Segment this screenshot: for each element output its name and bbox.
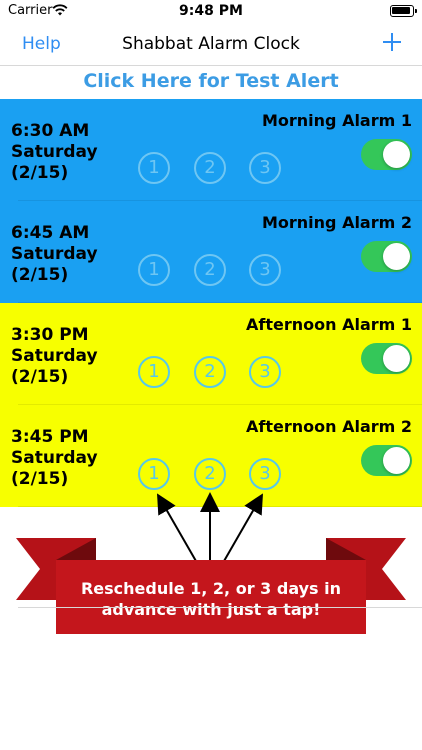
reschedule-2-days-button[interactable]: 2 — [194, 356, 226, 388]
alarm-time-block: 6:30 AM Saturday (2/15) — [11, 121, 98, 184]
alarm-enable-toggle[interactable] — [361, 139, 412, 170]
alarm-day: Saturday — [11, 244, 98, 264]
bottom-separator — [18, 607, 422, 608]
alarm-day: Saturday — [11, 448, 98, 468]
alarm-date: (2/15) — [11, 163, 69, 183]
alarm-time: 3:30 PM — [11, 325, 89, 345]
status-bar: Carrier 9:48 PM — [0, 0, 422, 24]
alarm-name: Morning Alarm 1 — [261, 111, 412, 130]
promo-text: Reschedule 1, 2, or 3 days in advance wi… — [56, 578, 366, 620]
alarm-day: Saturday — [11, 142, 98, 162]
reschedule-3-days-button[interactable]: 3 — [249, 356, 281, 388]
toggle-knob — [383, 243, 410, 270]
reschedule-3-days-button[interactable]: 3 — [249, 152, 281, 184]
alarm-enable-toggle[interactable] — [361, 343, 412, 374]
battery-icon — [390, 5, 417, 17]
reschedule-2-days-button[interactable]: 2 — [194, 152, 226, 184]
reschedule-1-day-button[interactable]: 1 — [138, 254, 170, 286]
alarm-date: (2/15) — [11, 265, 69, 285]
alarm-time: 6:45 AM — [11, 223, 90, 243]
alarm-time-block: 3:30 PM Saturday (2/15) — [11, 325, 98, 388]
alarm-time: 3:45 PM — [11, 427, 89, 447]
status-time: 9:48 PM — [179, 3, 243, 19]
reschedule-1-day-button[interactable]: 1 — [138, 356, 170, 388]
toggle-knob — [383, 141, 410, 168]
alarm-day: Saturday — [11, 346, 98, 366]
alarm-name: Afternoon Alarm 1 — [246, 315, 412, 334]
alarm-row[interactable]: 3:30 PM Saturday (2/15) Afternoon Alarm … — [0, 303, 422, 405]
reschedule-3-days-button[interactable]: 3 — [249, 254, 281, 286]
test-alert-button[interactable]: Click Here for Test Alert — [0, 66, 422, 99]
toggle-knob — [383, 447, 410, 474]
alarm-time-block: 6:45 AM Saturday (2/15) — [11, 223, 98, 286]
reschedule-2-days-button[interactable]: 2 — [194, 254, 226, 286]
reschedule-1-day-button[interactable]: 1 — [138, 152, 170, 184]
alarm-name: Afternoon Alarm 2 — [246, 417, 412, 436]
alarm-row[interactable]: 6:30 AM Saturday (2/15) Morning Alarm 1 … — [0, 99, 422, 201]
alarm-name: Morning Alarm 2 — [261, 213, 412, 232]
promo-line-2: advance with just a tap! — [101, 600, 321, 619]
alarm-row[interactable]: 6:45 AM Saturday (2/15) Morning Alarm 2 … — [0, 201, 422, 303]
navigation-bar: Help Shabbat Alarm Clock — [0, 24, 422, 66]
promo-line-1: Reschedule 1, 2, or 3 days in — [80, 579, 342, 598]
alarm-time: 6:30 AM — [11, 121, 90, 141]
toggle-knob — [383, 345, 410, 372]
alarm-enable-toggle[interactable] — [361, 445, 412, 476]
page-title: Shabbat Alarm Clock — [122, 34, 300, 54]
alarm-date: (2/15) — [11, 367, 69, 387]
alarm-enable-toggle[interactable] — [361, 241, 412, 272]
add-alarm-plus-icon[interactable] — [380, 28, 404, 56]
